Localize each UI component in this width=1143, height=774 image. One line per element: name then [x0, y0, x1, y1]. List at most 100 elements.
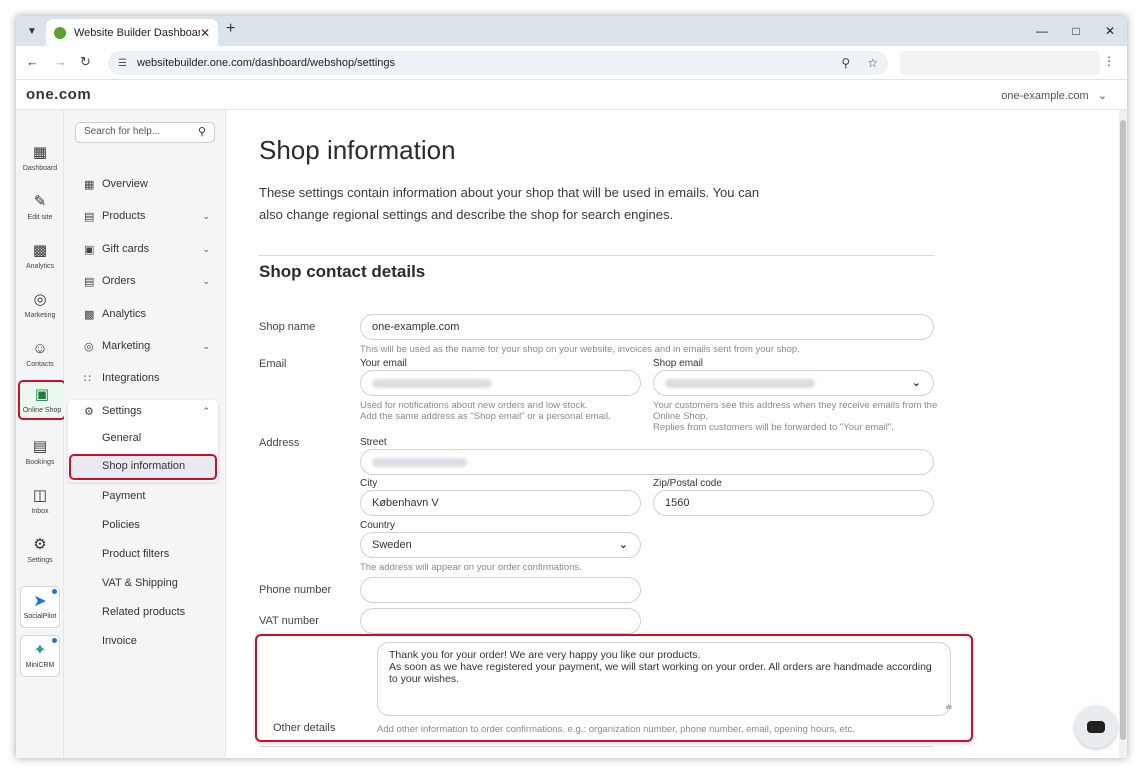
street-input[interactable]	[360, 449, 934, 475]
sidebar-item-orders[interactable]: ▤ Orders ⌄	[84, 271, 214, 291]
sidebar-item-gift-cards[interactable]: ▣ Gift cards ⌄	[84, 239, 214, 259]
shop-name-input[interactable]: one-example.com	[360, 314, 934, 340]
gear-icon: ⚙	[33, 536, 47, 553]
rail-label: Online Shop	[22, 407, 62, 414]
tab-search-chevron-icon[interactable]: ▼	[22, 21, 42, 41]
rail-app-socialpilot[interactable]: ➤ SocialPilot	[20, 586, 60, 628]
gear-icon: ⚙	[84, 405, 94, 418]
inbox-icon: ◫	[32, 487, 48, 504]
scrollbar-thumb[interactable]	[1120, 120, 1126, 740]
rail-item-edit-site[interactable]: ✎ Edit site	[16, 193, 64, 221]
contacts-icon: ☺	[32, 340, 48, 357]
rail-label: Dashboard	[22, 165, 58, 172]
redacted-value	[372, 457, 467, 467]
rail-app-minicrm[interactable]: ✦ MiniCRM	[20, 635, 60, 677]
orders-icon: ▤	[84, 275, 95, 288]
chevron-down-icon: ⌄	[202, 243, 210, 254]
settings-sub-invoice[interactable]: Invoice	[102, 635, 137, 647]
analytics-icon: ▩	[84, 308, 95, 321]
sidebar-item-overview[interactable]: ▦ Overview	[84, 174, 214, 194]
sidebar-item-label: Products	[102, 210, 146, 222]
email-label: Email	[259, 358, 287, 370]
rail-item-online-shop[interactable]: ▣ Online Shop	[18, 380, 66, 420]
settings-sub-vat-shipping[interactable]: VAT & Shipping	[102, 577, 178, 589]
sidebar-item-label: Integrations	[102, 372, 160, 384]
rail-label: Contacts	[26, 361, 54, 368]
rail-item-contacts[interactable]: ☺ Contacts	[16, 340, 64, 368]
minicrm-icon: ✦	[33, 642, 47, 659]
sidebar-item-settings[interactable]: ⚙ Settings ⌃	[84, 401, 214, 421]
browser-menu-icon[interactable]: ⋮	[1103, 54, 1115, 68]
settings-sub-related-products[interactable]: Related products	[102, 606, 185, 618]
rail-item-settings[interactable]: ⚙ Settings	[16, 536, 64, 564]
sidebar-item-marketing[interactable]: ◎ Marketing ⌄	[84, 336, 214, 356]
shop-name-label: Shop name	[259, 321, 316, 333]
zip-input[interactable]: 1560	[653, 490, 934, 516]
country-select[interactable]: Sweden ⌄	[360, 532, 641, 558]
sidebar-item-products[interactable]: ▤ Products ⌄	[84, 206, 214, 226]
tab-strip: ▼ Website Builder Dashboard ✕ + — □ ✕	[16, 16, 1127, 46]
city-input[interactable]: København V	[360, 490, 641, 516]
chat-button[interactable]	[1075, 706, 1117, 748]
rail-label: Edit site	[27, 214, 53, 221]
sidebar-item-analytics[interactable]: ▩ Analytics	[84, 304, 214, 324]
new-tab-icon[interactable]: +	[226, 20, 235, 38]
rail-item-marketing[interactable]: ◎ Marketing	[16, 291, 64, 319]
zoom-icon[interactable]: ⚲	[841, 56, 850, 70]
settings-sub-payment[interactable]: Payment	[102, 490, 145, 502]
forward-icon[interactable]: →	[54, 54, 67, 69]
shop-email-select[interactable]: ⌄	[653, 370, 934, 396]
scrollbar[interactable]	[1119, 110, 1127, 758]
chevron-down-icon: ⌄	[618, 539, 628, 551]
your-email-input[interactable]	[360, 370, 641, 396]
maximize-icon[interactable]: □	[1059, 16, 1093, 46]
country-value: Sweden	[372, 539, 412, 551]
bookmark-star-icon[interactable]: ☆	[867, 56, 878, 70]
reload-icon[interactable]: ↻	[80, 54, 91, 70]
city-label: City	[360, 478, 378, 489]
settings-sub-policies[interactable]: Policies	[102, 519, 140, 531]
chat-bubble-icon	[1087, 721, 1105, 733]
app-header: one.com one-example.com ⌄	[16, 80, 1127, 110]
dashboard-icon: ▦	[32, 144, 48, 161]
vat-input[interactable]	[360, 608, 641, 634]
address-bar[interactable]: ☰ websitebuilder.one.com/dashboard/websh…	[108, 51, 888, 75]
other-details-textarea[interactable]: Thank you for your order! We are very ha…	[377, 642, 951, 716]
other-details-label: Other details	[273, 722, 336, 734]
close-window-icon[interactable]: ✕	[1093, 16, 1127, 46]
help-search-input[interactable]: Search for help... ⚲	[75, 122, 215, 143]
extensions-area	[900, 51, 1100, 75]
back-icon[interactable]: ←	[26, 54, 39, 69]
url-text: websitebuilder.one.com/dashboard/webshop…	[136, 57, 396, 69]
redacted-value	[665, 378, 815, 388]
logo[interactable]: one.com	[26, 86, 91, 103]
favicon-icon	[54, 26, 66, 39]
chevron-down-icon: ⌄	[1097, 90, 1107, 102]
vat-label: VAT number	[259, 615, 319, 627]
section-title: Shop contact details	[259, 262, 426, 281]
rail-item-inbox[interactable]: ◫ Inbox	[16, 487, 64, 515]
sidebar-item-label: Analytics	[102, 308, 147, 320]
settings-sub-shop-information[interactable]: Shop information	[69, 454, 217, 480]
main-content: Shop information These settings contain …	[227, 110, 1127, 758]
target-icon: ◎	[84, 340, 94, 353]
country-label: Country	[360, 520, 396, 531]
rail-label: Marketing	[24, 312, 56, 319]
sidebar-item-integrations[interactable]: ∷ Integrations	[84, 368, 214, 388]
site-info-icon[interactable]: ☰	[118, 58, 127, 69]
chevron-down-icon: ⌄	[202, 340, 210, 351]
settings-sub-product-filters[interactable]: Product filters	[102, 548, 169, 560]
browser-tab[interactable]: Website Builder Dashboard ✕	[46, 19, 218, 46]
tab-close-icon[interactable]: ✕	[200, 26, 210, 40]
rail-item-dashboard[interactable]: ▦ Dashboard	[16, 144, 64, 172]
icon-rail: ▦ Dashboard ✎ Edit site ▩ Analytics ◎ Ma…	[16, 110, 66, 758]
your-email-help: Used for notifications about new orders …	[360, 400, 611, 422]
address-label: Address	[259, 437, 300, 449]
phone-input[interactable]	[360, 577, 641, 603]
rail-item-analytics[interactable]: ▩ Analytics	[16, 242, 64, 270]
settings-sub-general[interactable]: General	[102, 432, 141, 444]
rail-item-bookings[interactable]: ▤ Bookings	[16, 438, 64, 466]
minimize-icon[interactable]: —	[1025, 16, 1059, 46]
divider	[259, 746, 934, 747]
domain-selector[interactable]: one-example.com ⌄	[1001, 89, 1107, 102]
